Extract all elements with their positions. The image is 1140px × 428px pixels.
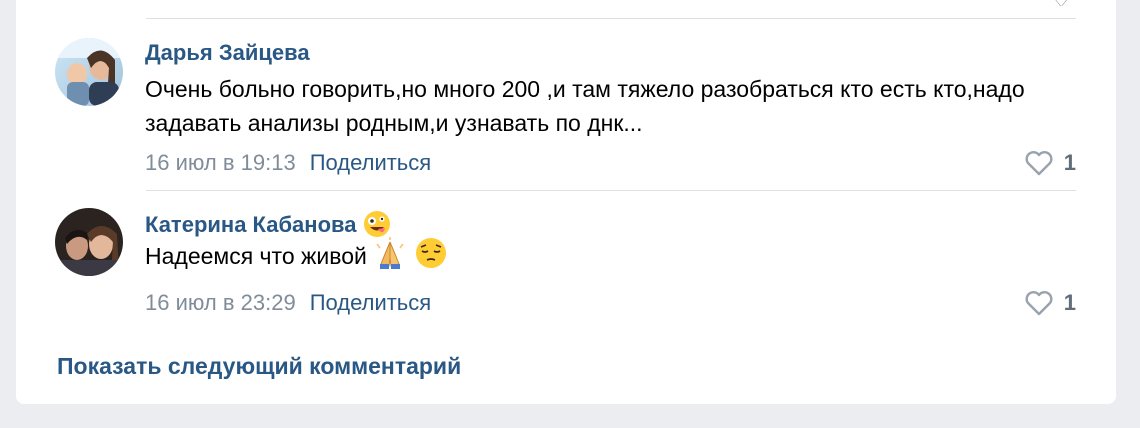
like-button[interactable]: 1 bbox=[1024, 150, 1076, 176]
heart-icon bbox=[1025, 291, 1053, 316]
comment-date[interactable]: 16 июл в 23:29 bbox=[145, 290, 296, 315]
avatar[interactable] bbox=[55, 208, 123, 276]
divider bbox=[146, 190, 1076, 191]
like-count: 1 bbox=[1063, 150, 1076, 175]
folded-hands-emoji-icon bbox=[373, 236, 407, 279]
avatar[interactable] bbox=[55, 38, 123, 106]
comment-author[interactable]: Дарья Зайцева bbox=[145, 40, 310, 66]
show-next-comment-link[interactable]: Показать следующий комментарий bbox=[57, 353, 461, 380]
pensive-face-emoji-icon bbox=[414, 236, 448, 279]
comment-meta: 16 июл в 19:13 Поделиться bbox=[145, 150, 431, 176]
heart-icon: ♡ bbox=[1052, 0, 1070, 6]
divider bbox=[146, 18, 1076, 19]
comment-date[interactable]: 16 июл в 19:13 bbox=[145, 150, 296, 175]
comment-text: Очень больно говорить,но много 200 ,и та… bbox=[145, 76, 1025, 136]
comment-meta: 16 июл в 23:29 Поделиться bbox=[145, 290, 431, 316]
share-link[interactable]: Поделиться bbox=[310, 290, 431, 315]
share-link[interactable]: Поделиться bbox=[310, 150, 431, 175]
comment-author-name[interactable]: Катерина Кабанова bbox=[145, 212, 357, 237]
previous-comment-cropped: ♡ bbox=[146, 0, 1076, 6]
comments-card: ♡ Дарья Зайцева Очень бол bbox=[16, 0, 1116, 404]
comment-text: Надеемся что живой bbox=[145, 236, 1075, 279]
heart-icon bbox=[1025, 151, 1053, 176]
like-button[interactable]: 1 bbox=[1024, 290, 1076, 316]
like-count: 1 bbox=[1063, 290, 1076, 315]
comment-text-content: Надеемся что живой bbox=[145, 243, 367, 269]
